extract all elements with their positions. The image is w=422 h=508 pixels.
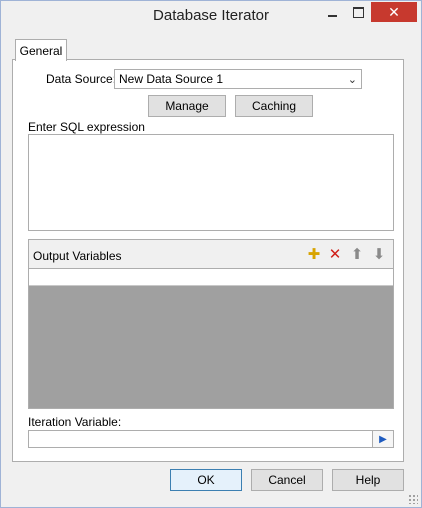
data-source-label: Data Source: [46, 72, 117, 86]
output-variables-title: Output Variables [33, 249, 122, 263]
arrow-up-icon[interactable]: ⬆ [348, 245, 366, 263]
minimize-button[interactable] [319, 2, 345, 22]
output-variables-box: Output Variables ✚ ✕ ⬆ ⬇ [28, 239, 394, 409]
resize-grip-icon[interactable] [408, 494, 418, 504]
close-icon: ✕ [388, 3, 400, 20]
cancel-button-label: Cancel [268, 473, 306, 487]
minimize-icon [327, 15, 337, 17]
maximize-icon [352, 6, 364, 18]
data-source-select[interactable]: New Data Source 1 ⌄ [114, 69, 362, 89]
help-button-label: Help [355, 473, 381, 487]
title-bar: Database Iterator ✕ [1, 1, 421, 31]
new-item-icon[interactable]: ✚ [305, 245, 323, 263]
sql-textarea[interactable] [28, 134, 394, 231]
arrow-down-icon[interactable]: ⬇ [370, 245, 388, 263]
tab-general-label: General [19, 43, 63, 58]
iteration-variable-label: Iteration Variable: [28, 415, 122, 429]
tab-general[interactable]: General [15, 39, 67, 61]
data-source-value: New Data Source 1 [119, 72, 224, 86]
delete-icon[interactable]: ✕ [326, 245, 344, 263]
caching-button-label: Caching [251, 99, 297, 113]
help-button[interactable]: Help [332, 469, 404, 491]
play-icon: ▶ [379, 433, 387, 445]
manage-button-label: Manage [165, 99, 209, 113]
cancel-button[interactable]: Cancel [251, 469, 323, 491]
sql-label: Enter SQL expression [28, 120, 145, 134]
close-button[interactable]: ✕ [371, 2, 417, 22]
output-variables-header: Output Variables ✚ ✕ ⬆ ⬇ [29, 240, 393, 269]
iteration-variable-field[interactable]: ▶ [28, 430, 394, 448]
ok-button[interactable]: OK [170, 469, 242, 491]
manage-button[interactable]: Manage [148, 95, 226, 117]
maximize-button[interactable] [345, 2, 371, 22]
ok-button-label: OK [197, 473, 215, 487]
iteration-variable-picker-button[interactable]: ▶ [372, 431, 393, 447]
caching-button[interactable]: Caching [235, 95, 313, 117]
output-variables-new-row[interactable] [29, 269, 393, 286]
chevron-down-icon: ⌄ [347, 74, 357, 86]
dialog-window: Database Iterator ✕ General Data Source:… [0, 0, 422, 508]
output-variables-grid[interactable] [29, 286, 393, 408]
